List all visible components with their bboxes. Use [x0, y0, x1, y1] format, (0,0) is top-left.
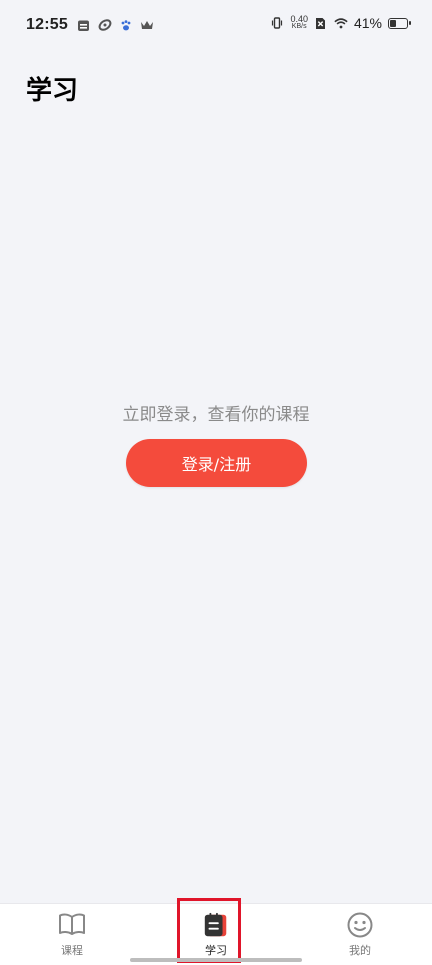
battery-percent: 41% [353, 15, 382, 31]
paw-icon [119, 18, 133, 32]
bottom-tab-bar: 课程 学习 我的 [0, 903, 432, 965]
tab-label-me: 我的 [349, 944, 371, 957]
link-icon [98, 18, 112, 32]
vibrate-icon [270, 16, 284, 30]
status-time: 12:55 [26, 16, 68, 33]
tab-me[interactable]: 我的 [320, 911, 400, 961]
battery-level [390, 19, 396, 27]
speed-unit: KB/s [291, 23, 307, 30]
notebook-icon [202, 911, 230, 939]
battery-icon [388, 17, 411, 29]
home-indicator[interactable] [130, 958, 302, 962]
sim-icon [314, 16, 328, 30]
crown-icon [140, 18, 154, 32]
tab-study[interactable]: 学习 [176, 911, 256, 961]
status-bar: 12:55 0.40 KB/s 41% [0, 0, 432, 52]
tab-label-courses: 课程 [61, 944, 83, 957]
empty-state-message: 立即登录，查看你的课程 [122, 405, 310, 425]
calendar-icon [77, 18, 91, 32]
smiley-icon [346, 911, 374, 939]
page-title: 学习 [26, 76, 79, 106]
network-speed: 0.40 KB/s [290, 15, 308, 31]
book-icon [58, 911, 86, 939]
speed-value: 0.40 [290, 14, 308, 24]
tab-label-study: 学习 [205, 944, 227, 957]
login-register-button[interactable]: 登录/注册 [126, 439, 307, 487]
tab-courses[interactable]: 课程 [32, 911, 112, 961]
wifi-icon [334, 16, 348, 30]
